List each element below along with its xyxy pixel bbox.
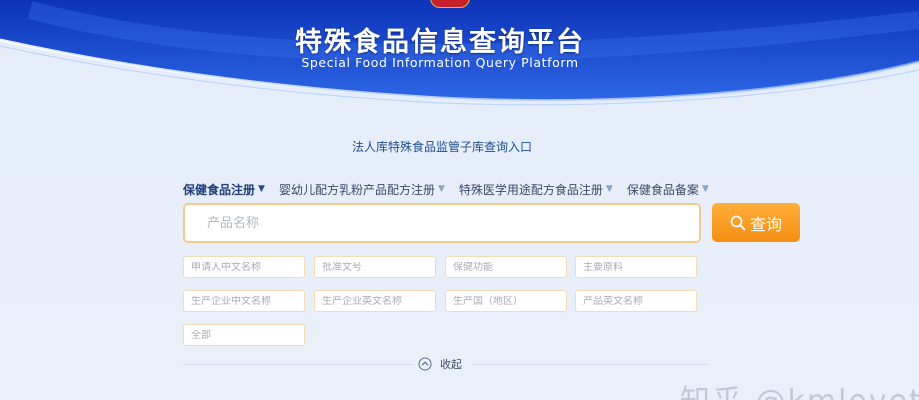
site-title: 特殊食品信息查询平台 bbox=[295, 27, 585, 58]
manufacturer-en-input[interactable] bbox=[322, 295, 435, 307]
caret-down-icon: ▼ bbox=[605, 184, 613, 194]
filter-health-function bbox=[445, 256, 567, 278]
tab-health-food-registration[interactable]: 保健食品注册 ▼ bbox=[183, 181, 265, 198]
advanced-filters bbox=[183, 256, 703, 348]
tab-label: 保健食品备案 bbox=[626, 182, 699, 197]
category-tabs: 保健食品注册 ▼ 婴幼儿配方乳粉产品配方注册 ▼ 特殊医学用途配方食品注册 ▼ … bbox=[183, 180, 723, 198]
tab-label: 婴幼儿配方乳粉产品配方注册 bbox=[278, 182, 435, 197]
all-select-input[interactable] bbox=[191, 329, 304, 341]
tab-infant-formula-registration[interactable]: 婴幼儿配方乳粉产品配方注册 ▼ bbox=[279, 181, 445, 198]
collapse-label: 收起 bbox=[440, 358, 462, 371]
country-region-input[interactable] bbox=[453, 295, 566, 307]
filter-main-ingredients bbox=[575, 256, 697, 278]
tab-special-medical-food-registration[interactable]: 特殊医学用途配方食品注册 ▼ bbox=[459, 181, 613, 198]
collapse-toggle[interactable]: 收起 bbox=[418, 355, 462, 373]
product-name-en-input[interactable] bbox=[583, 295, 696, 307]
approval-number-input[interactable] bbox=[322, 261, 435, 273]
filter-manufacturer-cn bbox=[183, 290, 305, 312]
manufacturer-cn-input[interactable] bbox=[191, 295, 304, 307]
tab-label: 特殊医学用途配方食品注册 bbox=[458, 182, 603, 197]
main-ingredients-input[interactable] bbox=[583, 261, 696, 273]
tab-label: 保健食品注册 bbox=[183, 182, 256, 197]
caret-down-icon: ▼ bbox=[258, 184, 265, 194]
filter-approval-number bbox=[314, 256, 436, 278]
chevron-up-icon bbox=[418, 357, 432, 371]
filter-manufacturer-en bbox=[314, 290, 436, 312]
watermark: 知乎 @kmloveturtle bbox=[680, 376, 919, 400]
divider-line bbox=[472, 364, 708, 365]
site-subtitle: Special Food Information Query Platform bbox=[301, 55, 579, 70]
tab-health-food-filing[interactable]: 保健食品备案 ▼ bbox=[627, 181, 709, 198]
search-icon bbox=[730, 215, 746, 230]
health-function-input[interactable] bbox=[453, 261, 566, 273]
header-banner: 特殊食品信息查询平台 Special Food Information Quer… bbox=[0, 0, 919, 120]
search-button[interactable]: 查询 bbox=[712, 203, 800, 242]
search-button-label: 查询 bbox=[749, 214, 782, 234]
emblem-icon bbox=[430, 0, 470, 8]
legal-entity-query-link[interactable]: 法人库特殊食品监管子库查询入口 bbox=[0, 138, 884, 155]
filter-product-name-en bbox=[575, 290, 697, 312]
filter-applicant-name bbox=[183, 256, 305, 278]
applicant-name-input[interactable] bbox=[191, 261, 304, 273]
caret-down-icon: ▼ bbox=[701, 184, 709, 194]
product-name-input[interactable] bbox=[207, 215, 699, 231]
product-name-search-box bbox=[183, 203, 701, 243]
filter-country-region bbox=[445, 290, 567, 312]
caret-down-icon: ▼ bbox=[437, 184, 445, 194]
divider-line bbox=[183, 364, 413, 365]
filter-all bbox=[183, 324, 305, 346]
